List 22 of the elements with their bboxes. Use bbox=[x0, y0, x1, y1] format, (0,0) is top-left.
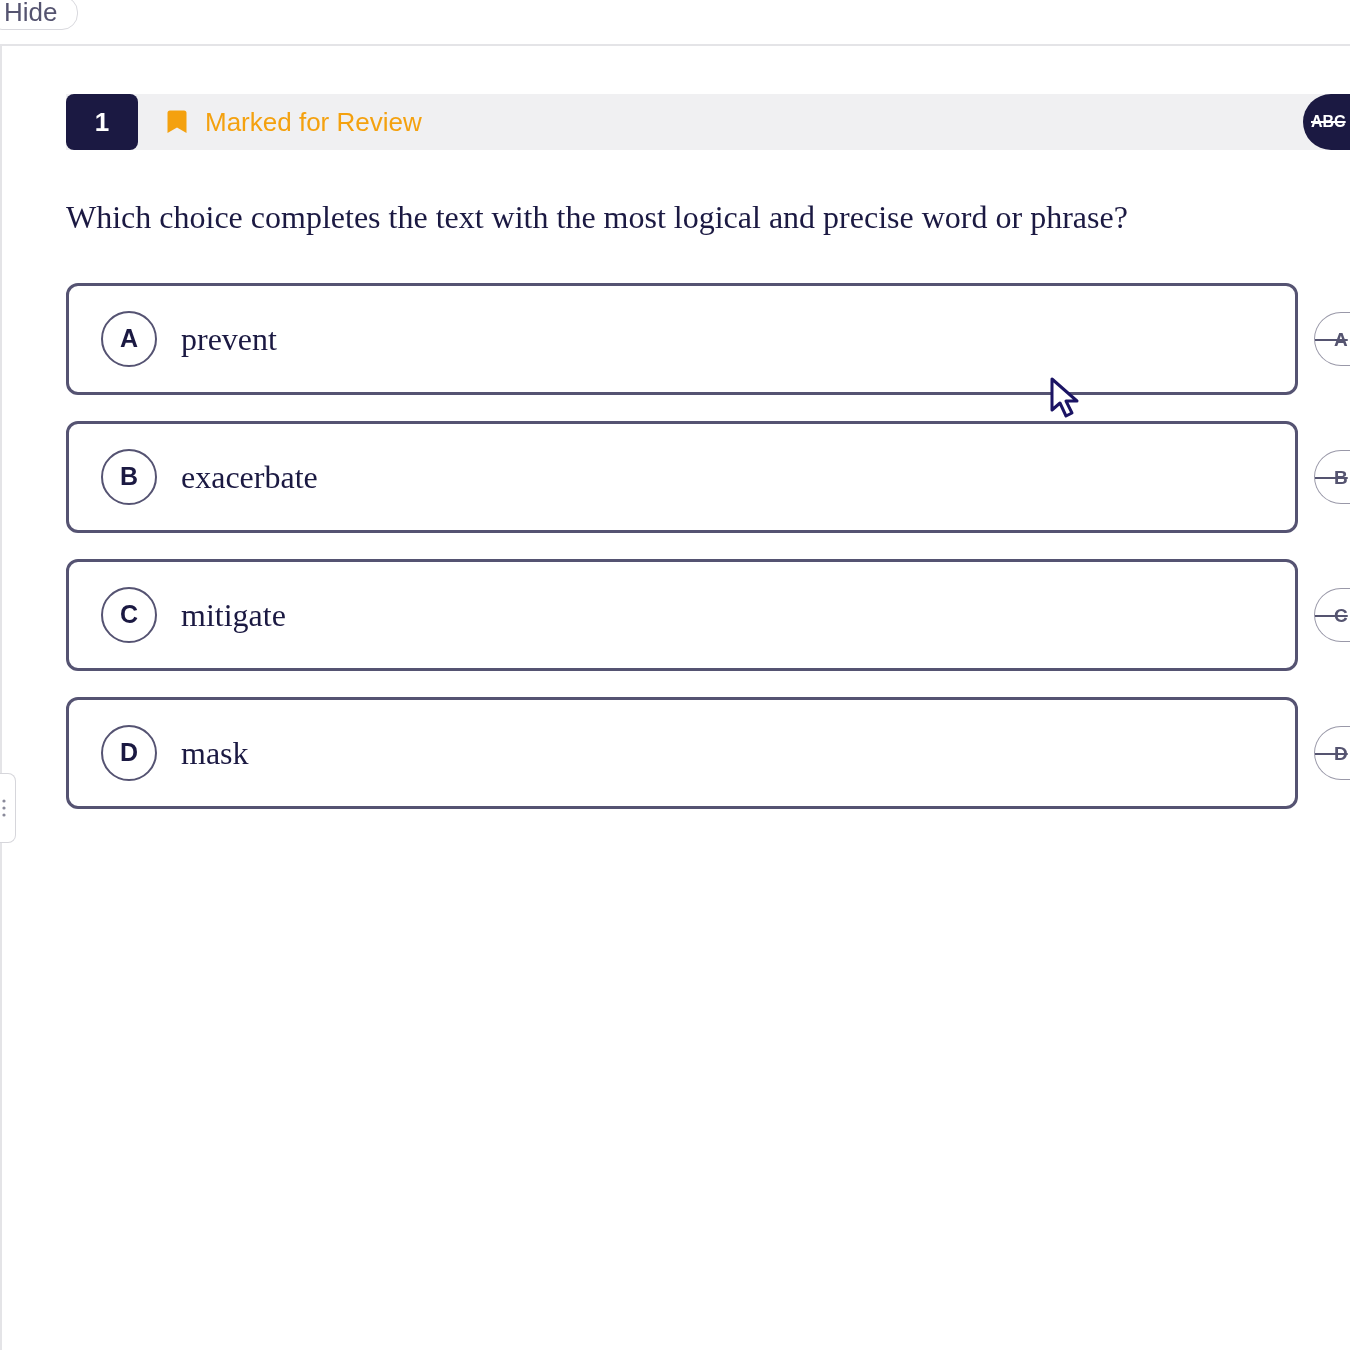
choice-letter: A bbox=[101, 311, 157, 367]
hide-button[interactable]: Hide bbox=[0, 0, 79, 30]
cross-out-choice-button[interactable]: B bbox=[1314, 450, 1350, 504]
dots-icon bbox=[2, 799, 6, 817]
resize-handle[interactable] bbox=[0, 773, 16, 843]
cross-out-choice-button[interactable]: D bbox=[1314, 726, 1350, 780]
cross-out-choice-button[interactable]: A bbox=[1314, 312, 1350, 366]
choice-letter: D bbox=[101, 725, 157, 781]
answer-choice[interactable]: C mitigate bbox=[66, 559, 1298, 671]
answer-choice[interactable]: A prevent bbox=[66, 283, 1298, 395]
choice-text: prevent bbox=[181, 320, 277, 359]
answer-choice[interactable]: D mask bbox=[66, 697, 1298, 809]
choice-letter: C bbox=[101, 587, 157, 643]
cross-out-toggle-button[interactable]: ABC bbox=[1303, 94, 1350, 150]
answer-choice[interactable]: B exacerbate bbox=[66, 421, 1298, 533]
choice-text: mitigate bbox=[181, 596, 286, 635]
choice-text: mask bbox=[181, 734, 249, 773]
cross-out-choice-button[interactable]: C bbox=[1314, 588, 1350, 642]
choice-text: exacerbate bbox=[181, 458, 318, 497]
question-prompt: Which choice completes the text with the most logical and precise word or phrase? bbox=[66, 198, 1129, 237]
question-number: 1 bbox=[66, 94, 138, 150]
choice-letter: B bbox=[101, 449, 157, 505]
